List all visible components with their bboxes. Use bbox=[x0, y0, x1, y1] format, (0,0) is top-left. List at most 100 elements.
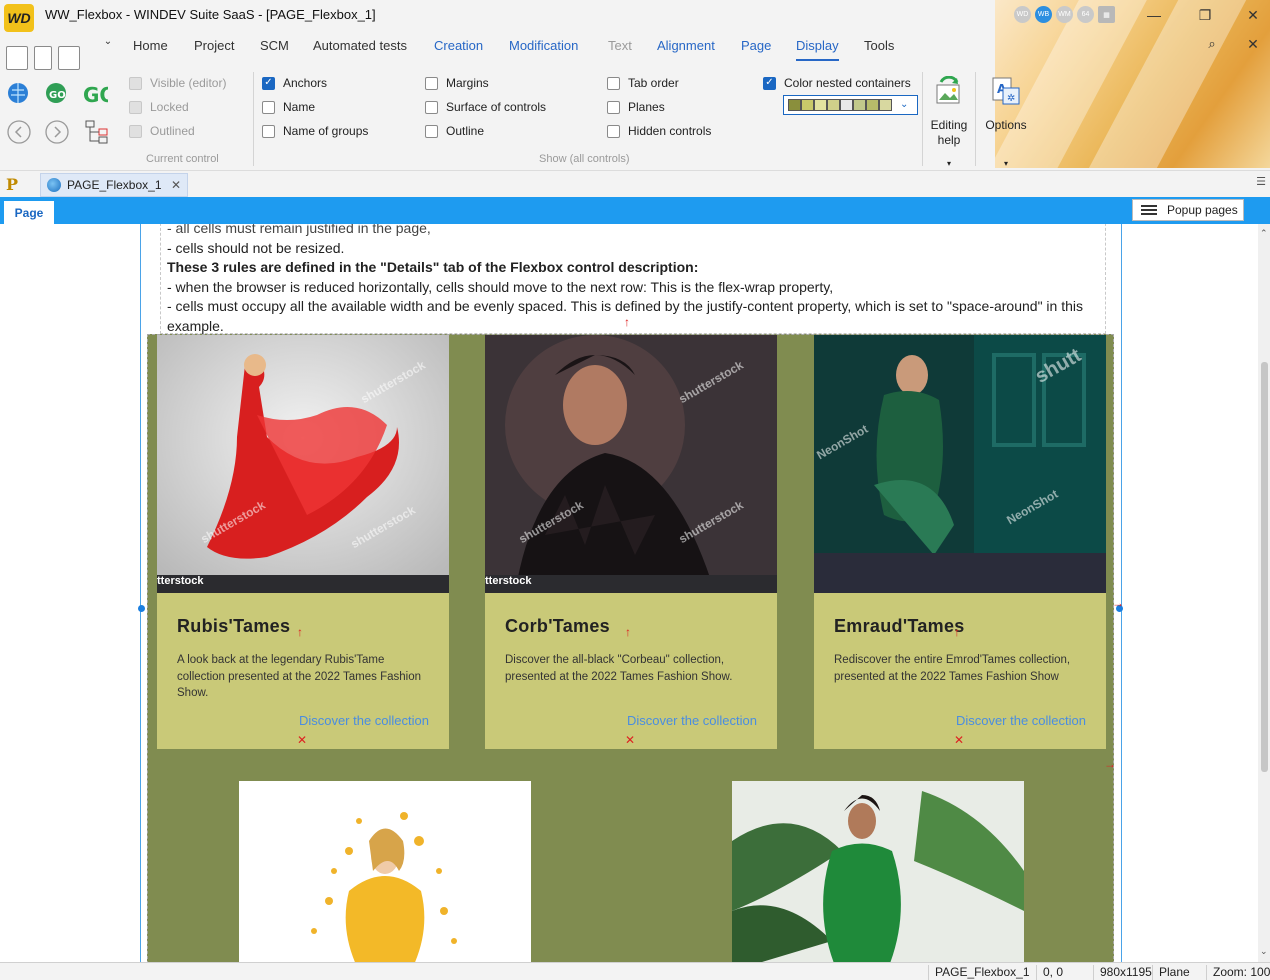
color-swatch bbox=[814, 99, 827, 111]
anchor-arrow-icon: ↑ bbox=[297, 625, 303, 639]
ribbon-separator bbox=[975, 72, 976, 166]
editing-help-label-2: help bbox=[937, 133, 961, 147]
checkbox-box bbox=[129, 124, 142, 138]
scroll-thumb[interactable] bbox=[1261, 362, 1268, 772]
tab-order-checkbox[interactable]: Tab order bbox=[607, 76, 679, 90]
surface-of-controls-checkbox[interactable]: Surface of controls bbox=[425, 100, 546, 114]
vertical-scrollbar[interactable]: ⌃ ⌄ bbox=[1258, 224, 1270, 962]
anchor-cross-icon: ✕ bbox=[954, 733, 965, 747]
web-site-icon[interactable] bbox=[6, 80, 32, 106]
watermark-text: tterstock bbox=[485, 575, 532, 587]
minimize-button[interactable]: — bbox=[1139, 4, 1169, 26]
description-text[interactable]: - all cells must remain justified in the… bbox=[160, 224, 1106, 334]
color-swatch bbox=[879, 99, 892, 111]
checkbox-box bbox=[425, 76, 438, 90]
visible-editor-checkbox[interactable]: Visible (editor) bbox=[129, 76, 226, 90]
ribbon-separator bbox=[922, 72, 923, 166]
wm-badge-icon: WM bbox=[1056, 6, 1073, 23]
group-label-show-all: Show (all controls) bbox=[539, 153, 630, 165]
discover-collection-link[interactable]: Discover the collection bbox=[299, 713, 429, 728]
text-line: - when the browser is reduced horizontal… bbox=[167, 278, 834, 295]
checkmark-icon: ✓ bbox=[262, 76, 275, 90]
go-site-icon[interactable]: GO bbox=[44, 80, 70, 106]
page-globe-icon bbox=[47, 178, 61, 192]
name-of-groups-checkbox[interactable]: Name of groups bbox=[262, 124, 368, 138]
color-swatch bbox=[788, 99, 801, 111]
close-tab-icon[interactable]: ✕ bbox=[171, 178, 181, 192]
color-nested-containers-checkbox[interactable]: ✓ Color nested containers bbox=[763, 76, 911, 90]
options-icon: A✲ bbox=[992, 77, 1020, 105]
tab-home[interactable]: Home bbox=[133, 38, 168, 53]
status-size: 980x1195 bbox=[1093, 965, 1158, 980]
tab-automated-tests[interactable]: Automated tests bbox=[313, 38, 407, 53]
outlined-checkbox[interactable]: Outlined bbox=[129, 124, 195, 138]
anchor-arrow-icon: ↑ bbox=[625, 625, 631, 639]
editing-help-button[interactable]: Editing help ▾ bbox=[928, 75, 970, 171]
checkbox-box bbox=[129, 76, 142, 90]
back-icon[interactable] bbox=[6, 119, 32, 145]
tab-creation[interactable]: Creation bbox=[434, 38, 483, 53]
card-emraud[interactable]: shutt NeonShot NeonShot Emraud'Tames Red… bbox=[814, 335, 1106, 749]
card-image-yellow[interactable] bbox=[239, 781, 531, 962]
card-description: Rediscover the entire Emrod'Tames collec… bbox=[834, 654, 1071, 683]
project-explorer-icon[interactable]: P bbox=[6, 175, 26, 194]
page-guide-left bbox=[140, 224, 141, 962]
anchor-arrow-icon: → bbox=[1104, 757, 1116, 771]
card-corb[interactable]: shutterstock shutterstock shutterstock t… bbox=[485, 335, 777, 749]
resize-handle[interactable] bbox=[138, 605, 145, 612]
margins-checkbox[interactable]: Margins bbox=[425, 76, 489, 90]
ribbon-separator bbox=[253, 72, 254, 166]
forward-icon[interactable] bbox=[44, 119, 70, 145]
planes-checkbox[interactable]: Planes bbox=[607, 100, 665, 114]
search-icon[interactable]: ⌕ bbox=[1197, 33, 1227, 55]
edition-badges: WD WB WM 64 ▦ bbox=[1014, 6, 1115, 23]
tab-tools[interactable]: Tools bbox=[864, 38, 894, 53]
title-decoration bbox=[995, 0, 1270, 168]
tab-menu-icon[interactable]: ☰ bbox=[1256, 175, 1266, 188]
discover-collection-link[interactable]: Discover the collection bbox=[956, 713, 1086, 728]
popup-pages-label: Popup pages bbox=[1167, 203, 1238, 217]
tab-alignment[interactable]: Alignment bbox=[657, 38, 715, 53]
scroll-down-icon[interactable]: ⌄ bbox=[1260, 946, 1268, 957]
hidden-controls-checkbox[interactable]: Hidden controls bbox=[607, 124, 711, 138]
close-window-button[interactable]: ✕ bbox=[1238, 4, 1268, 26]
page-editor-canvas[interactable]: - all cells must remain justified in the… bbox=[0, 224, 1258, 962]
hamburger-icon bbox=[1141, 205, 1157, 215]
discover-collection-link[interactable]: Discover the collection bbox=[627, 713, 757, 728]
tab-modification[interactable]: Modification bbox=[509, 38, 578, 53]
windev-logo-icon[interactable]: WD bbox=[4, 4, 34, 32]
tab-project[interactable]: Project bbox=[194, 38, 234, 53]
scroll-up-icon[interactable]: ⌃ bbox=[1260, 228, 1268, 239]
anchors-checkbox[interactable]: ✓ Anchors bbox=[262, 76, 327, 90]
svg-text:GO: GO bbox=[49, 90, 66, 101]
name-checkbox[interactable]: Name bbox=[262, 100, 315, 114]
close-ribbon-button[interactable]: ✕ bbox=[1238, 33, 1268, 55]
anchor-arrow-icon: ↑ bbox=[954, 625, 960, 639]
tab-page[interactable]: Page bbox=[741, 38, 771, 53]
outline-checkbox[interactable]: Outline bbox=[425, 124, 484, 138]
text-line: These 3 rules are defined in the "Detail… bbox=[167, 259, 699, 276]
tab-page-view[interactable]: Page bbox=[4, 201, 54, 224]
restore-button[interactable]: ❐ bbox=[1190, 4, 1220, 26]
nested-color-select[interactable]: ⌄ bbox=[783, 95, 918, 115]
popup-pages-button[interactable]: Popup pages bbox=[1132, 199, 1244, 221]
options-button[interactable]: A ✲ Options ▾ bbox=[983, 76, 1029, 171]
card-image-green[interactable] bbox=[732, 781, 1024, 962]
tab-scm[interactable]: SCM bbox=[260, 38, 289, 53]
color-swatch bbox=[801, 99, 814, 111]
qa-customize-chevron-icon[interactable]: ⌄ bbox=[100, 30, 116, 52]
chevron-down-icon: ⌄ bbox=[900, 99, 909, 110]
anchor-cross-icon: ✕ bbox=[297, 733, 308, 747]
card-rubis[interactable]: shutterstock shutterstock shutterstock t… bbox=[157, 335, 449, 749]
tab-page-flexbox-1[interactable]: PAGE_Flexbox_1 ✕ bbox=[40, 173, 188, 197]
tab-display[interactable]: Display bbox=[796, 38, 839, 61]
tab-text[interactable]: Text bbox=[608, 38, 632, 53]
flexbox-control[interactable]: shutterstock shutterstock shutterstock t… bbox=[147, 334, 1114, 962]
anchor-arrow-icon: ↑ bbox=[624, 315, 630, 329]
checkbox-box bbox=[425, 124, 438, 138]
anchor-arrow-icon: → bbox=[1112, 596, 1124, 610]
color-swatch bbox=[866, 99, 879, 111]
hierarchy-icon[interactable] bbox=[84, 119, 110, 145]
go-project-icon[interactable]: GO bbox=[82, 80, 108, 106]
locked-checkbox[interactable]: Locked bbox=[129, 100, 189, 114]
